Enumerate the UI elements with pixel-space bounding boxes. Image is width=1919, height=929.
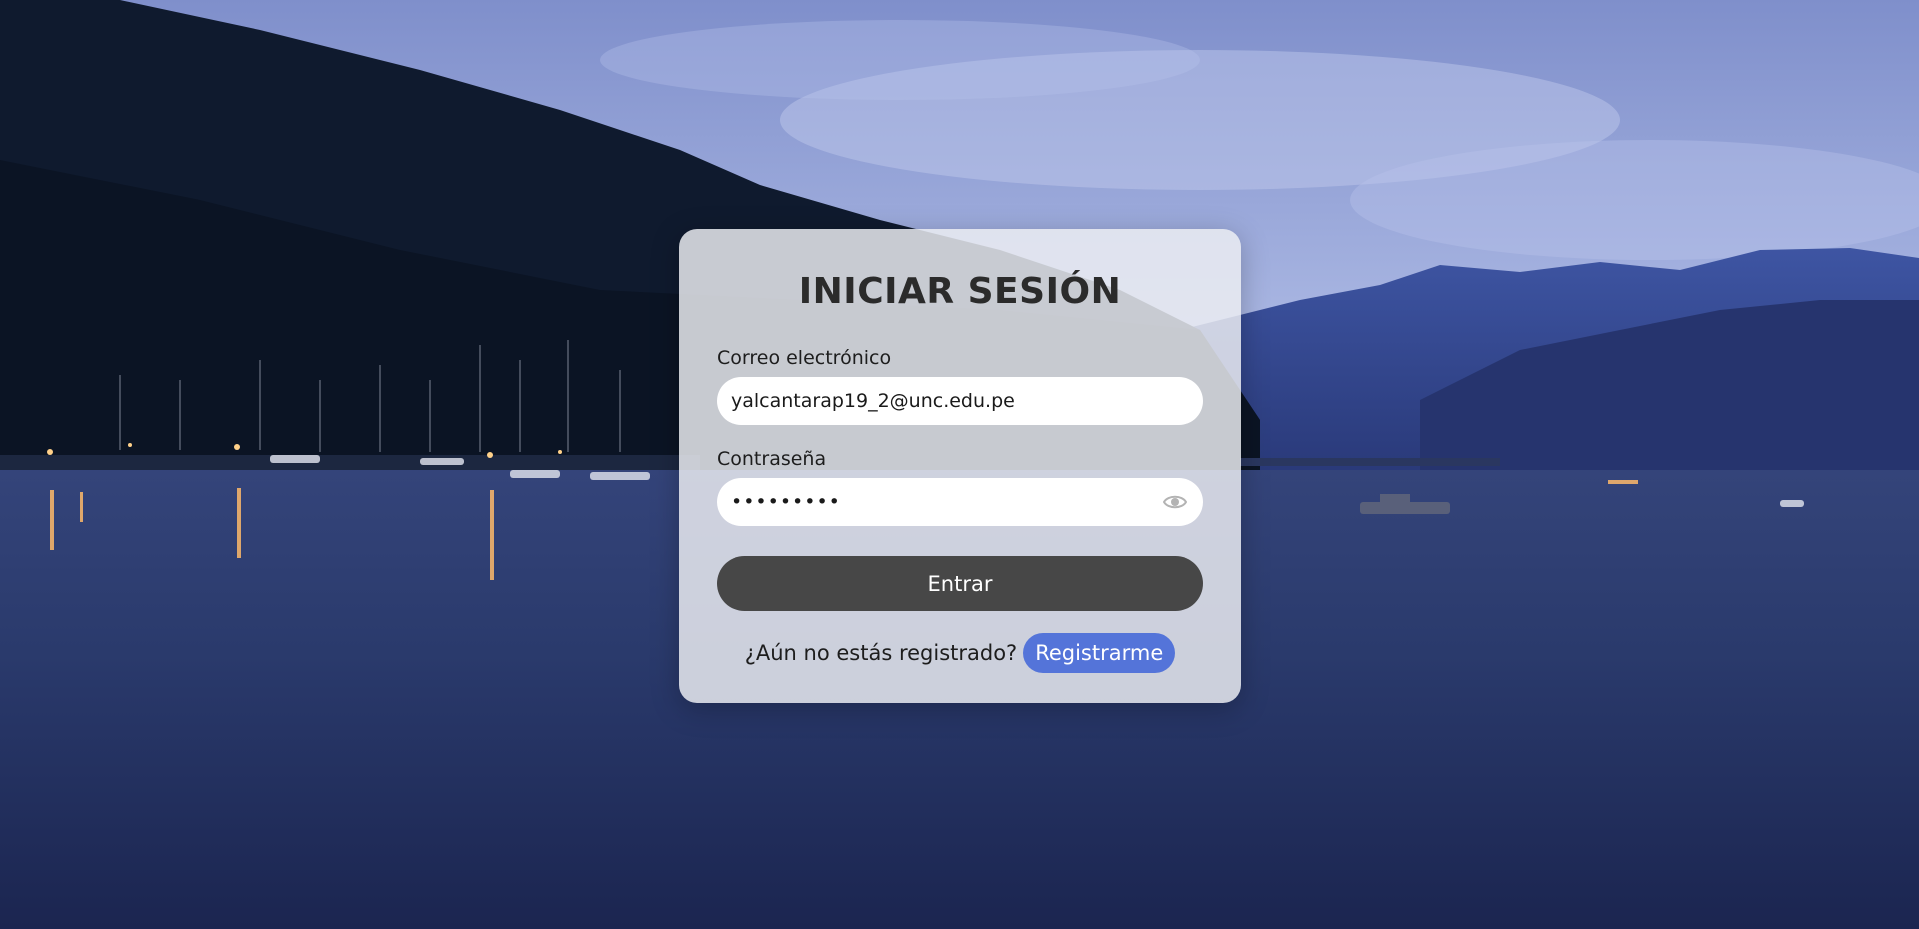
register-button[interactable]: Registrarme	[1023, 633, 1176, 673]
eye-icon[interactable]	[1162, 491, 1188, 513]
email-field-wrapper	[717, 377, 1203, 425]
password-field-wrapper	[717, 478, 1203, 526]
password-label: Contraseña	[717, 448, 827, 470]
register-row: ¿Aún no estás registrado? Registrarme	[717, 633, 1203, 673]
register-prompt: ¿Aún no estás registrado?	[744, 641, 1018, 665]
page-title: INICIAR SESIÓN	[798, 271, 1122, 312]
email-label: Correo electrónico	[717, 347, 892, 369]
login-card: INICIAR SESIÓN Correo electrónico Contra…	[679, 229, 1241, 703]
submit-button[interactable]: Entrar	[717, 556, 1203, 611]
email-field[interactable]	[717, 377, 1203, 425]
password-field[interactable]	[717, 478, 1203, 526]
